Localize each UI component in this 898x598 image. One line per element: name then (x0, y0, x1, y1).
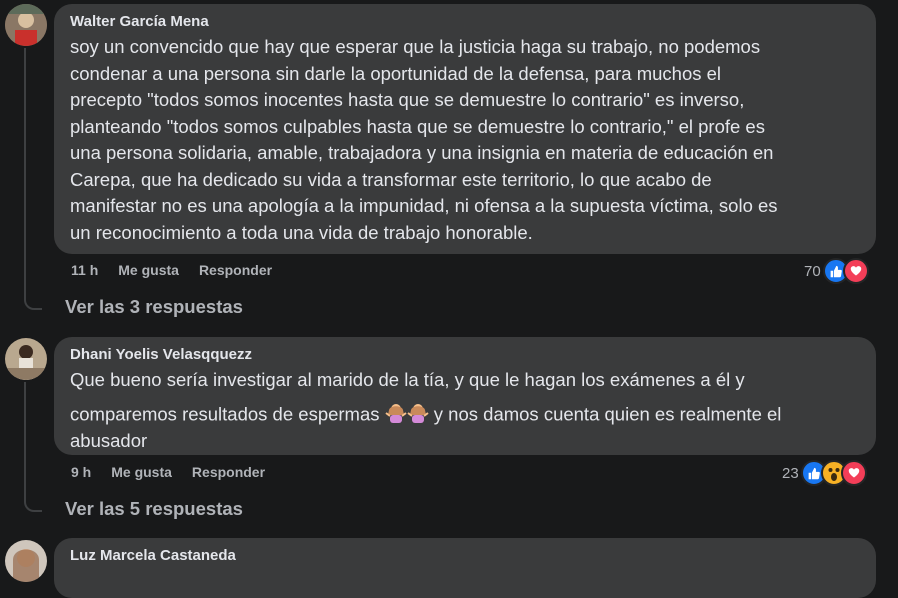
reaction-count: 23 (782, 464, 799, 482)
comment-author[interactable]: Walter García Mena (70, 12, 860, 32)
like-button[interactable]: Me gusta (111, 464, 172, 480)
reaction-count: 70 (804, 262, 821, 280)
reaction-summary[interactable]: 23 (782, 460, 867, 486)
avatar[interactable] (5, 338, 47, 380)
comment-text: soy un convencido que hay que esperar qu… (70, 36, 778, 243)
comment-author[interactable]: Dhani Yoelis Velasqquezz (70, 345, 860, 365)
reaction-summary[interactable]: 70 (804, 258, 869, 284)
comment-time[interactable]: 11 h (71, 262, 98, 278)
comment-bubble: Dhani Yoelis Velasqquezz Que bueno sería… (54, 337, 876, 455)
reply-button[interactable]: Responder (192, 464, 265, 480)
avatar[interactable] (5, 540, 47, 582)
comment-text: Que bueno sería investigar al marido de … (70, 367, 860, 454)
like-button[interactable]: Me gusta (118, 262, 179, 278)
avatar[interactable] (5, 4, 47, 46)
thread-elbow (24, 294, 42, 310)
comment-bubble: Luz Marcela Castaneda (54, 538, 876, 598)
thread-elbow (24, 496, 42, 512)
comment-actions: 9 h Me gusta Responder (71, 464, 265, 480)
view-replies-link[interactable]: Ver las 3 respuestas (65, 296, 243, 318)
comment-time[interactable]: 9 h (71, 464, 91, 480)
love-icon (840, 460, 867, 486)
love-icon (842, 258, 869, 284)
comment-actions: 11 h Me gusta Responder (71, 262, 272, 278)
comment-author[interactable]: Luz Marcela Castaneda (70, 546, 860, 566)
thread-line (24, 382, 26, 498)
thread-line (24, 48, 26, 296)
shrug-emoji-icon (385, 403, 429, 424)
view-replies-link[interactable]: Ver las 5 respuestas (65, 498, 243, 520)
comment-bubble: Walter García Mena soy un convencido que… (54, 4, 876, 254)
reply-button[interactable]: Responder (199, 262, 272, 278)
